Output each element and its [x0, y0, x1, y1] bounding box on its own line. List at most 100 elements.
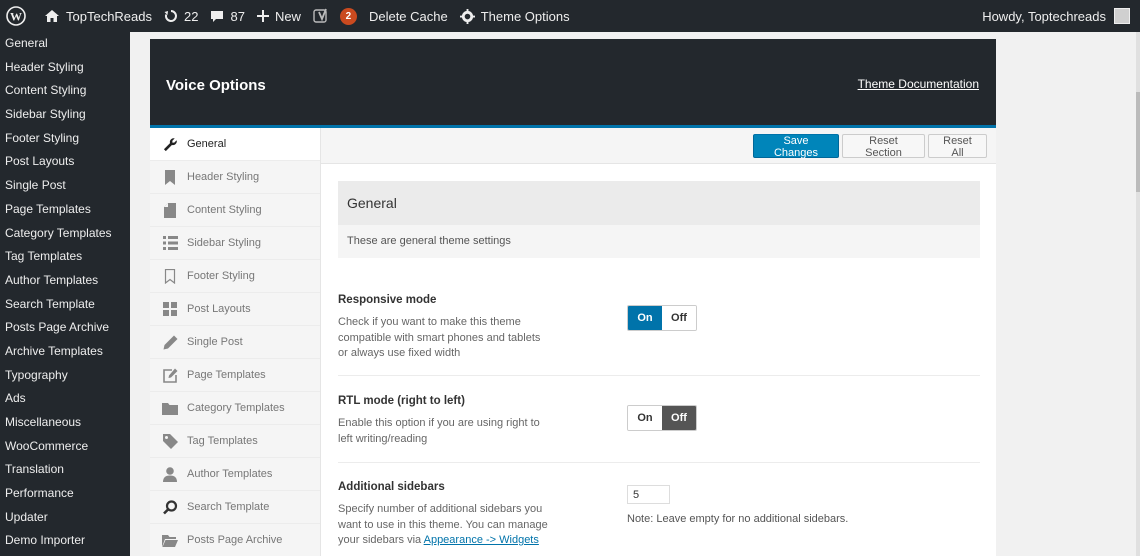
admin-menu-item-posts-page-archive[interactable]: Posts Page Archive	[0, 316, 130, 340]
wrench-icon	[162, 136, 178, 152]
tab-label: Content Styling	[187, 204, 262, 216]
admin-menu-item-updater[interactable]: Updater	[0, 506, 130, 530]
admin-menu-item-author-templates[interactable]: Author Templates	[0, 269, 130, 293]
field-title: Responsive mode	[338, 294, 437, 306]
tab-page-templates[interactable]: Page Templates	[150, 359, 320, 392]
field-description-line: Check if you want to make this theme	[338, 316, 521, 328]
options-toolbar: Save Changes Reset Section Reset All	[321, 128, 996, 164]
reset-all-button[interactable]: Reset All	[928, 134, 987, 159]
tab-header-styling[interactable]: Header Styling	[150, 161, 320, 194]
content-area: Voice Options Theme Documentation Genera…	[130, 32, 1140, 556]
tab-footer-styling[interactable]: Footer Styling	[150, 260, 320, 293]
tab-content-styling[interactable]: Content Styling	[150, 194, 320, 227]
appearance-widgets-link[interactable]: Appearance -> Widgets	[424, 534, 539, 546]
admin-menu-item-content-styling[interactable]: Content Styling	[0, 79, 130, 103]
yoast-seo-icon	[313, 8, 327, 23]
tab-category-templates[interactable]: Category Templates	[150, 392, 320, 425]
field-responsive-mode: Responsive mode Check if you want to mak…	[338, 294, 980, 376]
tab-label: Author Templates	[187, 468, 273, 480]
additional-sidebars-input[interactable]	[627, 485, 670, 504]
tab-posts-page-archive[interactable]: Posts Page Archive	[150, 524, 320, 556]
seo-menu[interactable]: 2	[307, 0, 363, 32]
admin-menu-item-miscellaneous[interactable]: Miscellaneous	[0, 411, 130, 435]
theme-documentation-link[interactable]: Theme Documentation	[858, 77, 979, 91]
admin-menu-item-header-styling[interactable]: Header Styling	[0, 56, 130, 80]
tab-single-post[interactable]: Single Post	[150, 326, 320, 359]
bookmark-icon	[162, 169, 178, 185]
user-icon	[162, 466, 178, 482]
field-description-line: left writing/reading	[338, 432, 428, 445]
admin-menu-item-single-post[interactable]: Single Post	[0, 174, 130, 198]
tag-icon	[162, 433, 178, 449]
field-title: Additional sidebars	[338, 481, 445, 493]
seo-notification-badge: 2	[339, 7, 357, 25]
field-description-line: Enable this option if you are using righ…	[338, 417, 540, 429]
admin-menu-item-performance[interactable]: Performance	[0, 482, 130, 506]
field-title: RTL mode (right to left)	[338, 395, 465, 407]
comments-count: 87	[230, 8, 245, 24]
wordpress-logo-menu[interactable]: W	[0, 0, 38, 32]
theme-options-sidebar-menu: General Header Styling Content Styling S…	[0, 32, 130, 556]
tab-label: Post Layouts	[187, 303, 251, 315]
tab-sidebar-styling[interactable]: Sidebar Styling	[150, 227, 320, 260]
delete-cache-menu[interactable]: Delete Cache	[363, 0, 454, 32]
grid-icon	[162, 301, 178, 317]
account-menu[interactable]: Howdy, Toptechreads	[982, 8, 1140, 24]
field-description-line: compatible with smart phones and tablets	[338, 331, 541, 344]
admin-menu-item-translation[interactable]: Translation	[0, 458, 130, 482]
tab-post-layouts[interactable]: Post Layouts	[150, 293, 320, 326]
admin-menu-item-demo-importer[interactable]: Demo Importer	[0, 529, 130, 553]
theme-options-menu[interactable]: Theme Options	[454, 0, 576, 32]
page-scrollbar[interactable]	[1136, 32, 1140, 556]
refresh-icon	[164, 10, 177, 22]
updates-menu[interactable]: 22	[158, 0, 204, 32]
admin-menu-item-sidebar-styling[interactable]: Sidebar Styling	[0, 103, 130, 127]
section-header: General These are general theme settings	[338, 181, 980, 258]
wordpress-logo-icon: W	[6, 6, 26, 26]
panel-header: Voice Options Theme Documentation	[150, 39, 996, 128]
admin-menu-item-typography[interactable]: Typography	[0, 364, 130, 388]
tab-label: Search Template	[187, 501, 270, 513]
rtl-on-option[interactable]: On	[628, 406, 662, 430]
admin-menu-item-archive-templates[interactable]: Archive Templates	[0, 340, 130, 364]
admin-menu-item-post-layouts[interactable]: Post Layouts	[0, 150, 130, 174]
admin-menu-item-footer-styling[interactable]: Footer Styling	[0, 127, 130, 151]
home-icon	[45, 10, 59, 22]
tab-search-template[interactable]: Search Template	[150, 491, 320, 524]
responsive-off-option[interactable]: Off	[662, 306, 696, 330]
comment-icon	[211, 10, 224, 22]
field-description-line: or always use fixed width	[338, 347, 461, 359]
scrollbar-thumb[interactable]	[1136, 92, 1140, 192]
admin-menu-item-ads[interactable]: Ads	[0, 387, 130, 411]
save-changes-button[interactable]: Save Changes	[753, 134, 839, 159]
search-icon	[162, 499, 178, 515]
reset-section-button[interactable]: Reset Section	[842, 134, 925, 159]
site-name: TopTechReads	[66, 8, 152, 24]
tab-label: Footer Styling	[187, 270, 255, 282]
rtl-mode-toggle: On Off	[627, 405, 697, 431]
tab-author-templates[interactable]: Author Templates	[150, 458, 320, 491]
bookmark-outline-icon	[162, 268, 178, 284]
admin-menu-item-woocommerce[interactable]: WooCommerce	[0, 435, 130, 459]
list-icon	[162, 235, 178, 251]
admin-menu-item-search-template[interactable]: Search Template	[0, 293, 130, 317]
admin-menu-item-page-templates[interactable]: Page Templates	[0, 198, 130, 222]
tab-general[interactable]: General	[150, 128, 320, 161]
rtl-off-option[interactable]: Off	[662, 406, 696, 430]
field-note: Note: Leave empty for no additional side…	[627, 513, 849, 525]
folder-open-icon	[162, 532, 178, 548]
admin-bar: W TopTechReads 22 87 New 2 Delete Cache …	[0, 0, 1140, 32]
admin-menu-item-general[interactable]: General	[0, 32, 130, 56]
tab-label: Posts Page Archive	[187, 534, 283, 546]
new-content-menu[interactable]: New	[251, 0, 307, 32]
edit-icon	[162, 367, 178, 383]
admin-menu-item-tag-templates[interactable]: Tag Templates	[0, 245, 130, 269]
theme-options-label: Theme Options	[480, 8, 570, 24]
admin-menu-item-category-templates[interactable]: Category Templates	[0, 222, 130, 246]
new-label: New	[274, 8, 301, 24]
comments-menu[interactable]: 87	[204, 0, 250, 32]
responsive-on-option[interactable]: On	[628, 306, 662, 330]
site-name-menu[interactable]: TopTechReads	[38, 0, 158, 32]
folder-icon	[162, 400, 178, 416]
tab-tag-templates[interactable]: Tag Templates	[150, 425, 320, 458]
